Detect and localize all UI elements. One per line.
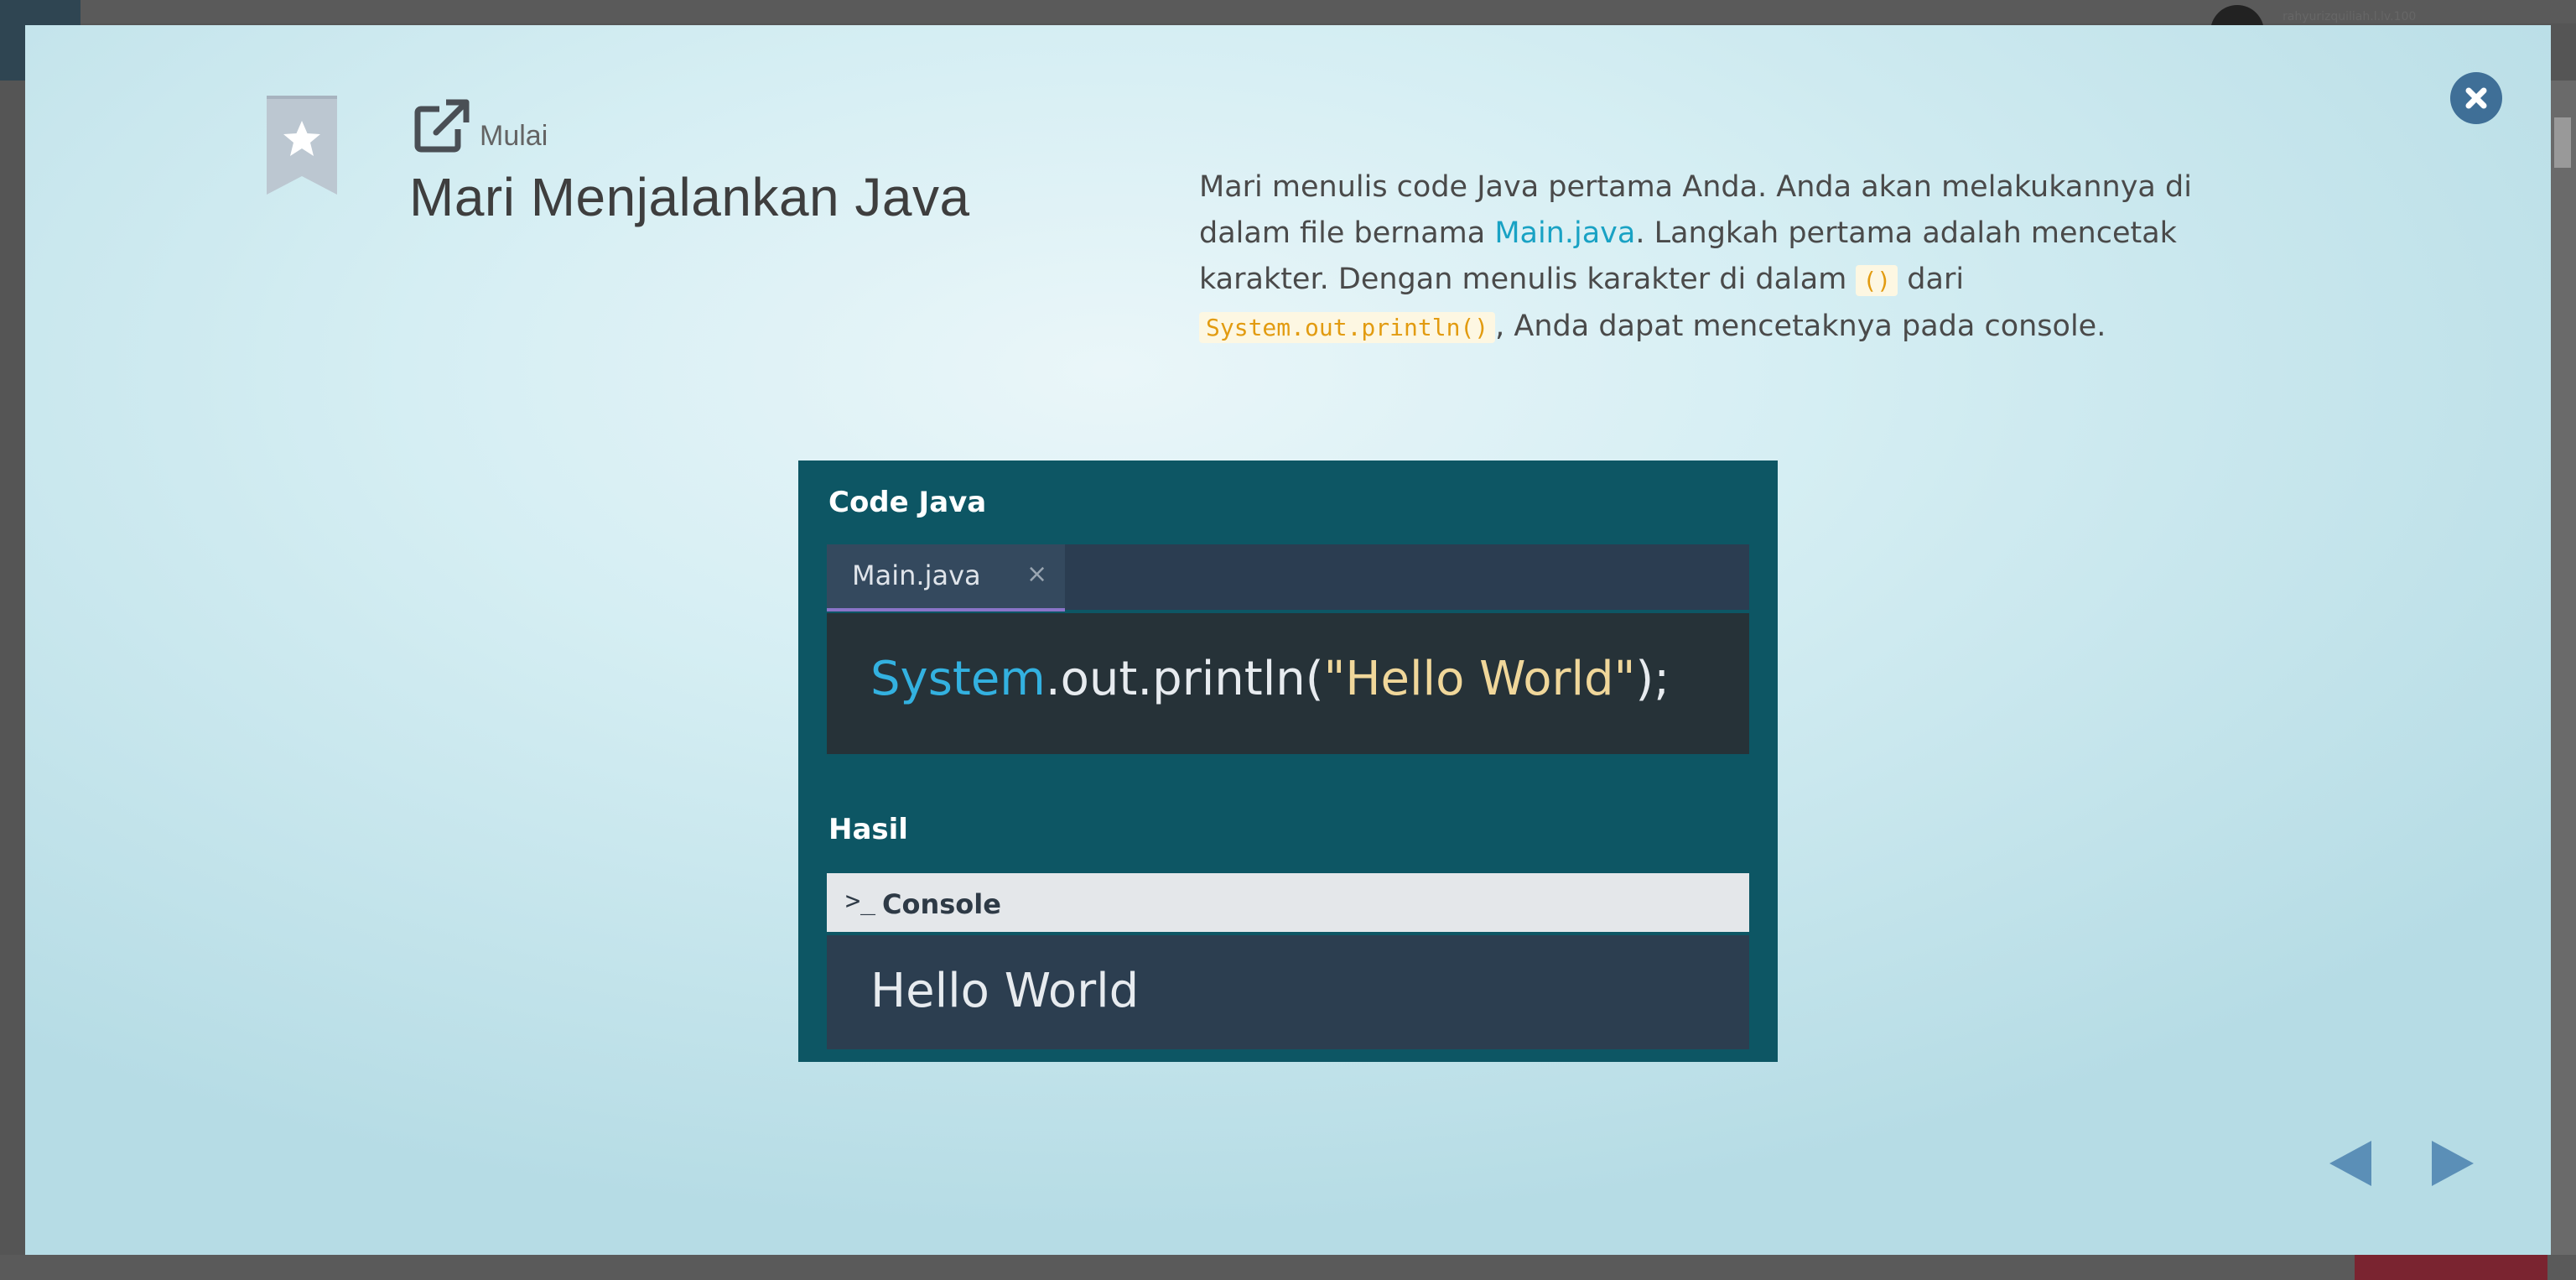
code-token-string: "Hello World" [1323, 652, 1636, 706]
description-text: dari [1898, 263, 1965, 296]
code-line: System.out.println("Hello World"); [870, 652, 1670, 706]
start-label: Mulai [480, 120, 548, 152]
console-output: Hello World [827, 935, 1749, 1049]
code-heading: Code Java [828, 486, 987, 519]
code-token: ); [1635, 652, 1670, 706]
start-link[interactable]: Mulai [411, 89, 548, 156]
output-text: Hello World [870, 964, 1140, 1018]
triangle-left-icon [2329, 1141, 2371, 1186]
filename-link: Main.java [1494, 216, 1636, 250]
close-icon [2465, 87, 2487, 109]
bookmark-icon[interactable] [267, 96, 337, 195]
top-bar [0, 0, 2576, 23]
triangle-right-icon [2432, 1141, 2474, 1186]
inline-code: System.out.println() [1199, 312, 1496, 343]
code-token-class: System [870, 652, 1046, 706]
code-illustration: Code Java Main.java × System.out.println… [798, 460, 1778, 1062]
code-editor: System.out.println("Hello World"); [827, 613, 1749, 754]
close-button[interactable] [2450, 72, 2502, 124]
lesson-title: Mari Menjalankan Java [409, 167, 970, 227]
prev-button[interactable] [2329, 1141, 2371, 1186]
tab-close-icon: × [1026, 559, 1048, 589]
editor-tab-bar: Main.java × [827, 544, 1749, 611]
lesson-description: Mari menulis code Java pertama Anda. And… [1199, 164, 2222, 351]
result-heading: Hasil [828, 813, 908, 846]
editor-tab: Main.java × [827, 544, 1065, 611]
description-text: , Anda dapat mencetaknya pada console. [1495, 310, 2106, 343]
console-header: >_ Console [827, 873, 1749, 932]
next-button[interactable] [2432, 1141, 2474, 1186]
scrollbar[interactable] [2551, 81, 2576, 1255]
inline-code: () [1856, 265, 1898, 296]
lesson-modal: Mulai Mari Menjalankan Java Mari menulis… [25, 25, 2551, 1255]
external-link-icon [414, 99, 470, 153]
editor-tab-label: Main.java [852, 559, 981, 591]
console-label: Console [882, 888, 1001, 920]
bottom-bar [0, 1255, 2576, 1280]
terminal-icon: >_ [845, 887, 876, 916]
code-token: .out.println( [1045, 652, 1324, 706]
scrollbar-thumb[interactable] [2554, 117, 2571, 168]
user-name: rahyurizquiliah.l.lv.100 [2283, 10, 2417, 23]
